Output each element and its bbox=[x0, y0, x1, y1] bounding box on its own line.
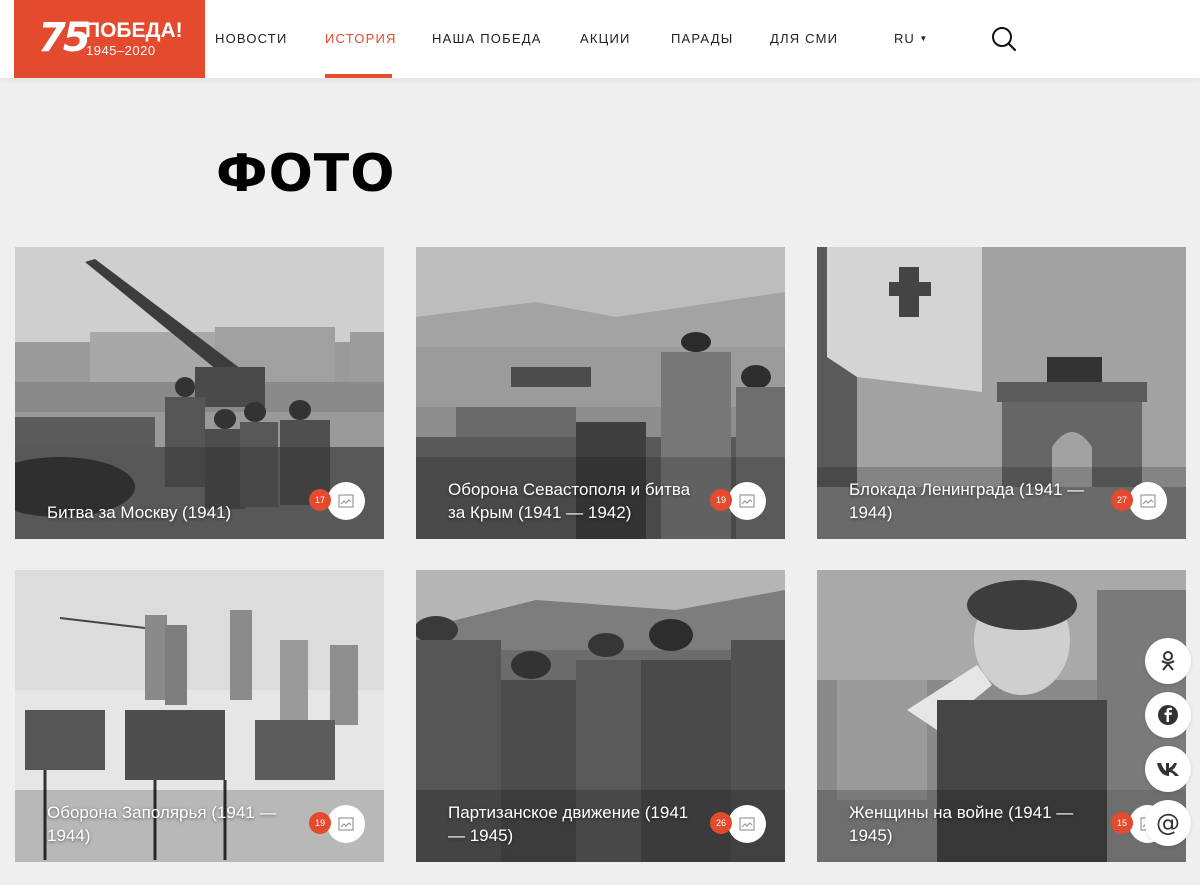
photo-card[interactable]: Женщины на войне (1941 — 1945) 15 bbox=[817, 570, 1186, 862]
image-icon bbox=[338, 494, 354, 508]
logo[interactable]: 75 ПОБЕДА! 1945–2020 bbox=[14, 0, 205, 78]
photo-count-badge: 27 bbox=[1111, 489, 1133, 511]
photo-card[interactable]: Партизанское движение (1941 — 1945) 26 bbox=[416, 570, 785, 862]
photo-count-badge: 17 bbox=[309, 489, 331, 511]
nav-item-history[interactable]: ИСТОРИЯ bbox=[325, 31, 397, 47]
logo-number: 75 bbox=[38, 15, 91, 61]
facebook-icon bbox=[1158, 705, 1178, 725]
gallery-button[interactable] bbox=[728, 805, 766, 843]
active-nav-indicator bbox=[325, 74, 392, 78]
card-title: Женщины на войне (1941 — 1945) bbox=[849, 803, 1074, 845]
photo-count-badge: 19 bbox=[710, 489, 732, 511]
nav-item-news[interactable]: НОВОСТИ bbox=[215, 31, 288, 47]
card-title: Оборона Заполярья (1941 — 1944) bbox=[47, 803, 277, 845]
image-icon bbox=[739, 817, 755, 831]
card-title: Битва за Москву (1941) bbox=[47, 503, 232, 522]
gallery-button[interactable] bbox=[1129, 482, 1167, 520]
photo-count-badge: 19 bbox=[309, 812, 331, 834]
page-title: ФОТО bbox=[216, 144, 396, 204]
image-icon bbox=[1140, 494, 1156, 508]
search-icon[interactable] bbox=[990, 25, 1018, 53]
photo-card[interactable]: Битва за Москву (1941) 17 bbox=[15, 247, 384, 539]
language-label: RU bbox=[894, 31, 915, 46]
vk-button[interactable] bbox=[1145, 746, 1191, 792]
odnoklassniki-button[interactable] bbox=[1145, 638, 1191, 684]
chevron-down-icon: ▼ bbox=[919, 34, 929, 43]
photo-count-badge: 26 bbox=[710, 812, 732, 834]
nav-item-media[interactable]: ДЛЯ СМИ bbox=[770, 31, 838, 47]
photo-card[interactable]: Блокада Ленинграда (1941 — 1944) 27 bbox=[817, 247, 1186, 539]
nav-item-our-victory[interactable]: НАША ПОБЕДА bbox=[432, 31, 542, 47]
nav-item-actions[interactable]: АКЦИИ bbox=[580, 31, 631, 47]
card-title: Оборона Севастополя и битва за Крым (194… bbox=[448, 480, 691, 522]
card-title: Блокада Ленинграда (1941 — 1944) bbox=[849, 480, 1085, 522]
facebook-button[interactable] bbox=[1145, 692, 1191, 738]
email-icon: @ bbox=[1156, 809, 1180, 837]
image-icon bbox=[338, 817, 354, 831]
photo-card[interactable]: Оборона Севастополя и битва за Крым (194… bbox=[416, 247, 785, 539]
nav-item-parades[interactable]: ПАРАДЫ bbox=[671, 31, 733, 47]
photo-count-badge: 15 bbox=[1111, 812, 1133, 834]
gallery-button[interactable] bbox=[327, 805, 365, 843]
gallery-button[interactable] bbox=[728, 482, 766, 520]
language-selector[interactable]: RU ▼ bbox=[894, 31, 928, 47]
site-header: 75 ПОБЕДА! 1945–2020 НОВОСТИ ИСТОРИЯ НАШ… bbox=[0, 0, 1200, 78]
vk-icon bbox=[1157, 763, 1179, 776]
card-title: Партизанское движение (1941 — 1945) bbox=[448, 803, 689, 845]
email-button[interactable]: @ bbox=[1145, 800, 1191, 846]
logo-title: ПОБЕДА! bbox=[85, 19, 183, 42]
gallery-button[interactable] bbox=[327, 482, 365, 520]
logo-years: 1945–2020 bbox=[86, 43, 156, 58]
photo-card[interactable]: Оборона Заполярья (1941 — 1944) 19 bbox=[15, 570, 384, 862]
image-icon bbox=[739, 494, 755, 508]
odnoklassniki-icon bbox=[1161, 651, 1175, 671]
